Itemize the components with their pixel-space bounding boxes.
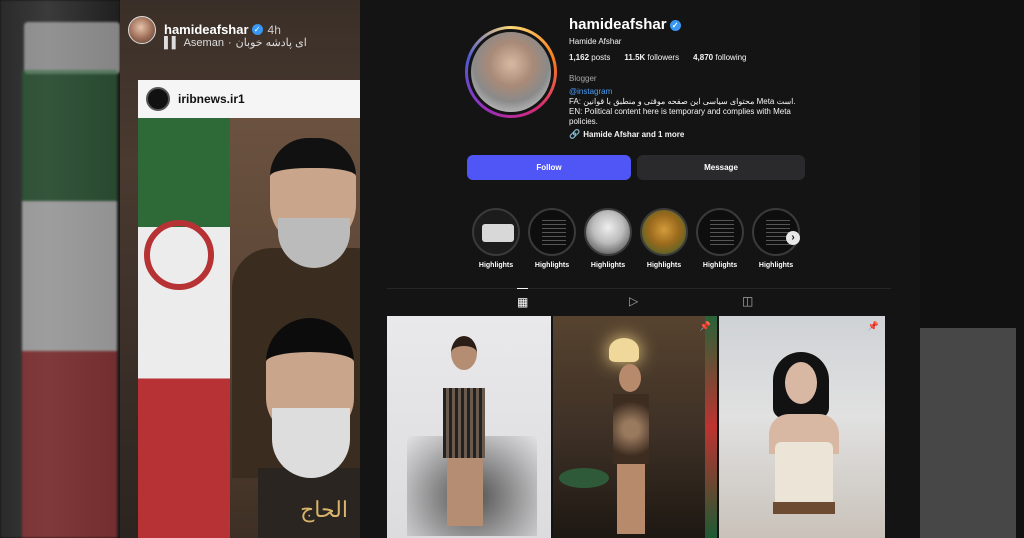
post-thumbnail[interactable]: 📌 xyxy=(719,316,885,538)
threads-link-label: Hamide Afshar and 1 more xyxy=(583,130,685,139)
tab-posts-icon[interactable]: ▦ xyxy=(517,288,529,309)
post-thumbnail[interactable]: 📌 xyxy=(553,316,717,538)
highlight-label: Highlights xyxy=(590,262,626,269)
pin-icon: 📌 xyxy=(699,321,711,331)
profile-tabs: ▦ ▷ ◫ xyxy=(387,288,891,314)
link-icon: 🔗 xyxy=(569,129,581,139)
background-ghost-image xyxy=(920,328,1016,538)
story-username[interactable]: hamideafshar xyxy=(164,22,249,37)
message-button[interactable]: Message xyxy=(637,155,805,180)
profile-full-name: Hamide Afshar xyxy=(569,37,622,46)
highlight-cover xyxy=(696,208,744,256)
tab-tagged-icon[interactable]: ◫ xyxy=(742,294,753,308)
profile-category: Blogger xyxy=(569,74,597,83)
highlight-label: Highlights xyxy=(646,262,682,269)
profile-stats: 1,162 posts 11.5K followers 4,870 follow… xyxy=(569,53,747,62)
repost-account[interactable]: iribnews.ir1 xyxy=(178,92,245,106)
repost-image: الحاج xyxy=(138,118,360,538)
highlight-label: Highlights xyxy=(534,262,570,269)
repost-card[interactable]: iribnews.ir1 الحاج xyxy=(138,80,360,538)
highlight-item[interactable]: Highlights xyxy=(584,208,632,269)
bio-link[interactable]: @instagram xyxy=(569,87,612,96)
tab-reels-icon[interactable]: ▷ xyxy=(629,294,638,308)
highlight-item[interactable]: Highlights xyxy=(472,208,520,269)
verified-icon: ✓ xyxy=(251,24,263,36)
verified-icon: ✓ xyxy=(669,19,681,31)
story-avatar[interactable] xyxy=(128,16,156,44)
story-panel: hamideafshar ✓ 4h ▌▌ Aseman · ای پادشه خوب… xyxy=(120,0,360,538)
highlight-item[interactable]: Highlights xyxy=(528,208,576,269)
bio-fa: FA: محتوای سیاسی این صفحه موقتی و منطبق … xyxy=(569,97,796,106)
followers-stat[interactable]: 11.5K followers xyxy=(624,53,679,62)
background-right-blur xyxy=(920,0,1024,538)
music-song: ای پادشه خوبان xyxy=(235,37,307,49)
highlights-row: Highlights Highlights Highlights Highlig… xyxy=(472,208,800,269)
highlight-label: Highlights xyxy=(478,262,514,269)
music-artist: Aseman xyxy=(183,36,224,49)
highlight-label: Highlights xyxy=(702,262,738,269)
posts-stat: 1,162 posts xyxy=(569,53,611,62)
profile-panel: hamideafshar ✓ Hamide Afshar 1,162 posts … xyxy=(360,0,920,538)
posts-grid: 📌 📌 xyxy=(387,316,885,538)
story-time: 4h xyxy=(267,23,281,37)
profile-bio: FA: محتوای سیاسی این صفحه موقتی و منطبق … xyxy=(569,97,799,127)
post-thumbnail[interactable] xyxy=(387,316,551,538)
follow-button[interactable]: Follow xyxy=(467,155,631,180)
highlight-cover xyxy=(640,208,688,256)
calligraphy-text: الحاج xyxy=(300,498,348,523)
threads-link[interactable]: 🔗 Hamide Afshar and 1 more xyxy=(569,129,684,140)
chevron-right-icon[interactable]: › xyxy=(786,231,800,245)
background-ghost-card xyxy=(24,22,120,74)
highlight-label: Highlights xyxy=(758,262,794,269)
profile-avatar[interactable] xyxy=(465,26,557,118)
highlight-item[interactable]: Highlights xyxy=(640,208,688,269)
highlight-item[interactable]: Highlights xyxy=(696,208,744,269)
background-left-blur xyxy=(0,0,120,538)
highlight-cover xyxy=(472,208,520,256)
background-flag xyxy=(22,70,117,538)
story-music[interactable]: ▌▌ Aseman · ای پادشه خوبان xyxy=(164,36,307,50)
bio-en: EN: Political content here is temporary … xyxy=(569,107,791,126)
following-stat[interactable]: 4,870 following xyxy=(693,53,746,62)
pin-icon: 📌 xyxy=(867,321,879,331)
highlight-cover xyxy=(528,208,576,256)
highlight-cover xyxy=(584,208,632,256)
repost-header[interactable]: iribnews.ir1 xyxy=(138,80,360,118)
music-icon: ▌▌ xyxy=(164,36,180,49)
repost-logo xyxy=(146,87,170,111)
profile-username: hamideafshar ✓ xyxy=(569,16,681,33)
